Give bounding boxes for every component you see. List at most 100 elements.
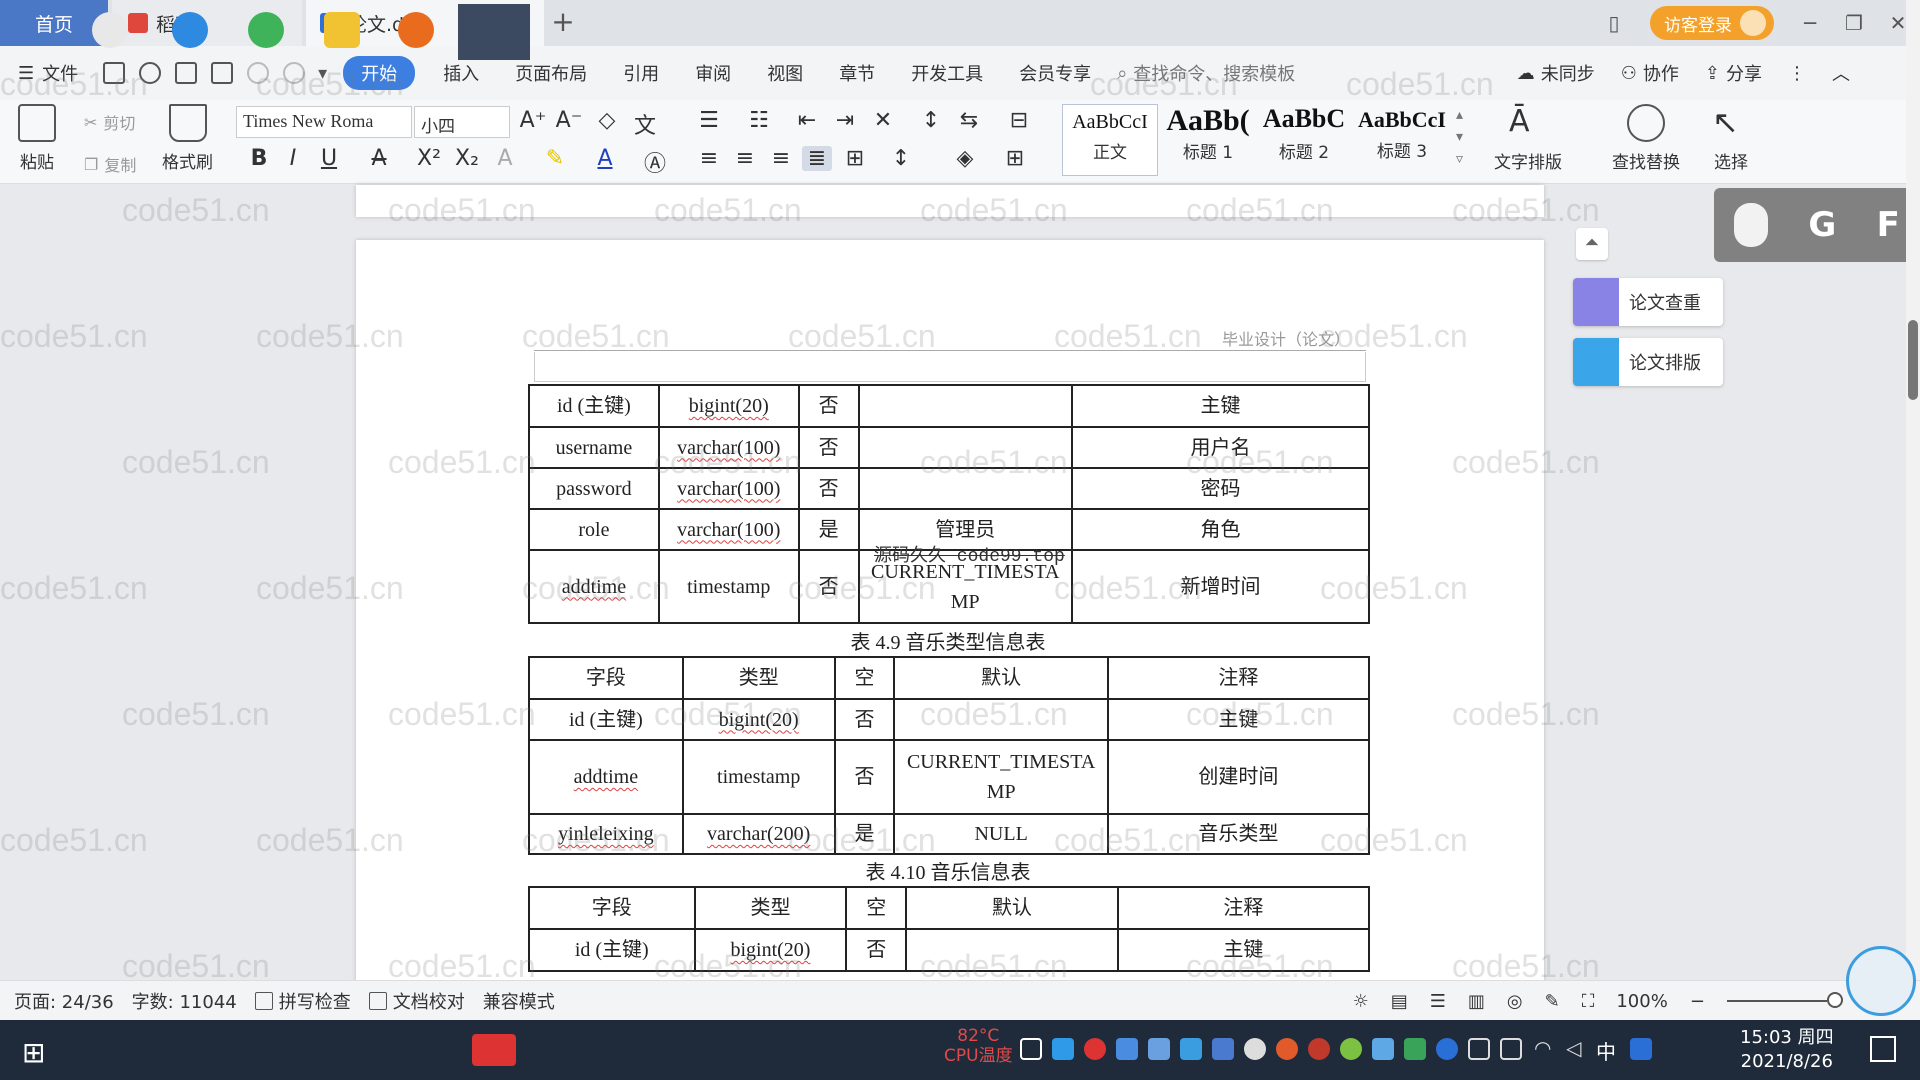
notification-center-icon[interactable]	[1870, 1036, 1896, 1062]
menu-member[interactable]: 会员专享	[1001, 60, 1109, 86]
quick-access-dropdown-icon[interactable]: ▾	[318, 63, 327, 84]
floatbar-letter-g[interactable]: G	[1808, 205, 1836, 245]
sync-button[interactable]: ☁ 未同步	[1517, 60, 1595, 86]
clear-format-icon[interactable]: ◇	[592, 108, 622, 133]
font-size-select[interactable]: 小四	[414, 106, 510, 138]
app-launcher-icon[interactable]	[92, 12, 128, 48]
wifi-icon[interactable]: ◠	[1534, 1036, 1551, 1060]
tray-nvidia-icon[interactable]	[1404, 1038, 1426, 1060]
copy-button[interactable]: ❐ 复制	[84, 152, 136, 176]
paper-layout-button[interactable]: 论文排版	[1573, 338, 1723, 386]
border-icon[interactable]: ⊞	[1000, 146, 1030, 171]
page-view-icon[interactable]: ▤	[1391, 991, 1408, 1012]
ruler-icon[interactable]: ⊟	[1004, 108, 1034, 133]
grow-font-icon[interactable]: A⁺	[518, 108, 548, 133]
bluetooth-icon[interactable]	[1436, 1038, 1458, 1060]
strikethrough-icon[interactable]: A	[364, 146, 394, 171]
redo-icon[interactable]	[283, 62, 306, 84]
highlight-icon[interactable]: ✎	[540, 146, 570, 171]
zoom-level[interactable]: 100%	[1616, 991, 1667, 1012]
doc-proof-button[interactable]: 文档校对	[368, 988, 465, 1014]
menu-view[interactable]: 视图	[749, 60, 821, 86]
wps-taskbar-button[interactable]	[458, 4, 530, 60]
collapse-ribbon-icon[interactable]: ︿	[1832, 60, 1850, 86]
tray-app2-icon[interactable]	[1308, 1038, 1330, 1060]
floatbar-letter-f[interactable]: F	[1877, 205, 1900, 245]
windows-start-icon[interactable]: ⊞	[22, 1036, 45, 1069]
tray-app3-icon[interactable]	[1372, 1038, 1394, 1060]
spell-check-button[interactable]: 拼写检查	[254, 988, 351, 1014]
font-color-icon[interactable]: A	[590, 146, 620, 171]
tray-usb-icon[interactable]	[1468, 1038, 1490, 1060]
font-name-select[interactable]: Times New Roma	[236, 106, 412, 138]
menu-references[interactable]: 引用	[605, 60, 677, 86]
tray-screen-icon[interactable]	[1020, 1038, 1042, 1060]
vertical-scrollbar[interactable]	[1906, 0, 1920, 1020]
sort-icon[interactable]: ↕	[916, 108, 946, 133]
align-center-icon[interactable]: ≡	[730, 146, 760, 171]
bullet-list-icon[interactable]: ☰	[694, 108, 724, 133]
write-mode-icon[interactable]: ✎	[1545, 991, 1560, 1012]
new-tab-button[interactable]: +	[548, 6, 578, 40]
italic-icon[interactable]: I	[278, 146, 308, 171]
paper-check-button[interactable]: 论文查重	[1573, 278, 1723, 326]
collab-button[interactable]: ⚇ 协作	[1621, 60, 1679, 86]
subscript-icon[interactable]: X₂	[452, 146, 482, 171]
minimize-icon[interactable]: ─	[1788, 11, 1832, 35]
read-view-icon[interactable]: ▥	[1468, 991, 1485, 1012]
fit-page-icon[interactable]: ⛶	[1582, 991, 1595, 1012]
print-icon[interactable]	[175, 62, 198, 84]
decrease-indent-icon[interactable]: ⇤	[792, 108, 822, 133]
tray-shield-icon[interactable]	[1212, 1038, 1234, 1060]
battery-icon[interactable]	[1500, 1038, 1522, 1060]
page-count[interactable]: 页面: 24/36	[14, 988, 114, 1014]
char-border-icon[interactable]: Ⓐ	[640, 146, 670, 178]
command-search[interactable]: ⌕ 查找命令、搜索模板	[1117, 60, 1295, 86]
menu-chapter[interactable]: 章节	[821, 60, 893, 86]
file-explorer-icon[interactable]	[324, 12, 360, 48]
collapse-panel-button[interactable]: ⏶	[1576, 228, 1608, 260]
menu-start[interactable]: 开始	[343, 56, 416, 90]
zoom-out-icon[interactable]: −	[1690, 991, 1705, 1012]
guest-login-button[interactable]: 访客登录	[1650, 6, 1774, 40]
chinese-layout-icon[interactable]: ✕	[868, 108, 898, 133]
word-count[interactable]: 字数: 11044	[132, 988, 237, 1014]
increase-indent-icon[interactable]: ⇥	[830, 108, 860, 133]
align-left-icon[interactable]: ≡	[694, 146, 724, 171]
web-view-icon[interactable]: ◎	[1507, 991, 1523, 1012]
justify-icon[interactable]: ≣	[802, 146, 832, 171]
tray-input-icon[interactable]	[1630, 1038, 1652, 1060]
format-painter-button[interactable]: 格式刷	[162, 104, 213, 173]
tray-plus-icon[interactable]	[1340, 1038, 1362, 1060]
tab-home[interactable]: 首页	[0, 0, 108, 46]
styles-scroll-icon[interactable]: ▴ ▾ ▿	[1456, 104, 1463, 170]
style-normal[interactable]: AaBbCcI 正文	[1062, 104, 1158, 176]
volume-icon[interactable]: ◁	[1566, 1036, 1581, 1060]
save-icon[interactable]	[103, 62, 126, 84]
distribute-icon[interactable]: ⊞	[840, 146, 870, 171]
tray-network-drive-icon[interactable]	[1116, 1038, 1138, 1060]
ime-indicator-icon[interactable]: 中	[1596, 1036, 1616, 1065]
scrollbar-thumb[interactable]	[1908, 320, 1918, 400]
tray-antivirus-icon[interactable]	[1084, 1038, 1106, 1060]
tray-qq-icon[interactable]	[1276, 1038, 1298, 1060]
tray-sync-icon[interactable]	[1180, 1038, 1202, 1060]
assistant-avatar[interactable]	[1846, 946, 1916, 1016]
numbered-list-icon[interactable]: ☷	[744, 108, 774, 133]
shading-icon[interactable]: ◈	[950, 146, 980, 171]
share-button[interactable]: ⇪ 分享	[1705, 60, 1762, 86]
paste-button[interactable]: 粘贴	[18, 104, 56, 173]
select-button[interactable]: ↖ 选择	[1712, 104, 1750, 173]
bold-icon[interactable]: B	[244, 146, 274, 171]
layout-icon[interactable]: ▯	[1592, 11, 1636, 35]
superscript-icon[interactable]: X²	[414, 146, 444, 171]
export-icon[interactable]	[139, 62, 162, 84]
zoom-slider-knob[interactable]	[1826, 992, 1843, 1008]
mouse-icon[interactable]	[1734, 203, 1769, 247]
menu-page-layout[interactable]: 页面布局	[497, 60, 605, 86]
menu-developer[interactable]: 开发工具	[893, 60, 1001, 86]
menu-review[interactable]: 审阅	[677, 60, 749, 86]
line-spacing-icon[interactable]: ↕	[886, 146, 916, 171]
pinyin-icon[interactable]: 文	[630, 108, 660, 140]
cut-button[interactable]: ✂ 剪切	[84, 110, 135, 134]
